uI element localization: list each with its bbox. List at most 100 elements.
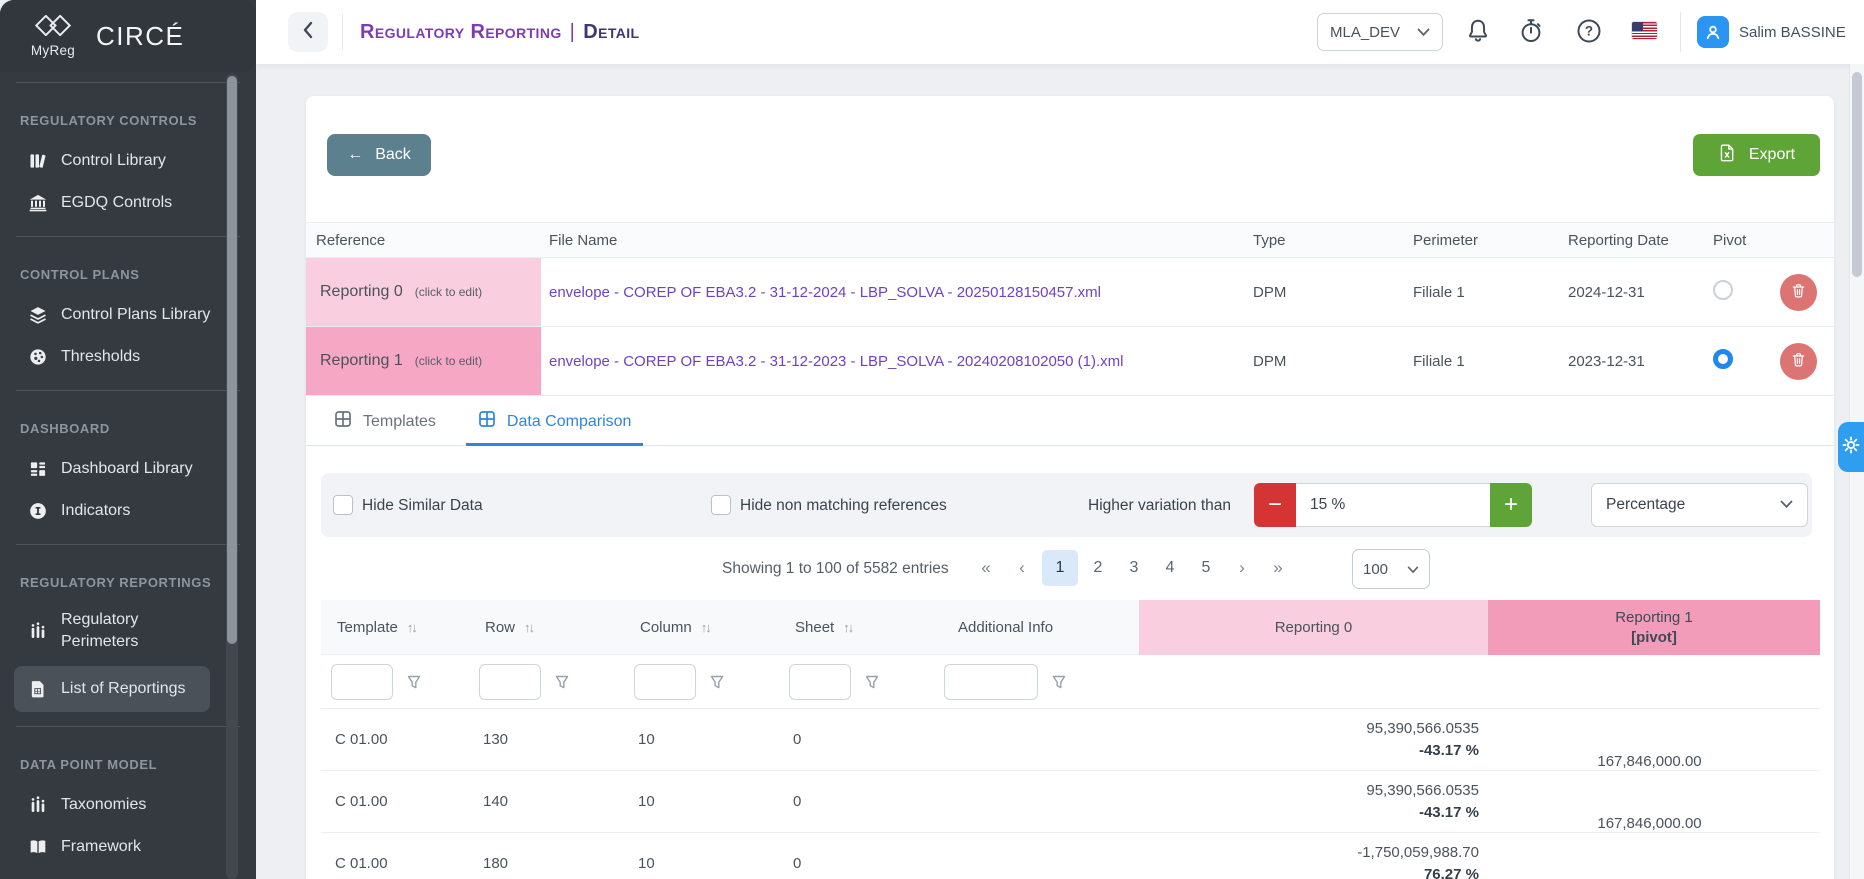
sidebar-item-egdq-controls[interactable]: EGDQ Controls xyxy=(0,184,222,222)
sidebar-item-thresholds[interactable]: Thresholds xyxy=(0,338,222,376)
sidebar-item-control-library[interactable]: Control Library xyxy=(0,142,222,180)
file-name-link[interactable]: envelope - COREP OF EBA3.2 - 31-12-2023 … xyxy=(549,353,1124,370)
export-button[interactable]: Export xyxy=(1693,134,1820,176)
sidebar-item-dashboard-library[interactable]: Dashboard Library xyxy=(0,450,222,488)
sidebar-item-control-plans-library[interactable]: Control Plans Library xyxy=(0,296,222,334)
file-name-link[interactable]: envelope - COREP OF EBA3.2 - 31-12-2024 … xyxy=(549,284,1101,301)
data-table-header: Template ↑↓ Row ↑↓ Column ↑↓ Sheet ↑↓ Ad… xyxy=(321,600,1820,655)
page-title-separator: | xyxy=(569,20,576,43)
sheet-filter-input[interactable] xyxy=(789,663,851,700)
page-scrollbar-thumb[interactable] xyxy=(1852,72,1862,277)
reporting0-value: 95,390,566.0535 xyxy=(1366,719,1479,737)
sidebar-item-list-of-reportings[interactable]: List of Reportings xyxy=(14,666,210,712)
sidebar-item-taxonomies[interactable]: Taxonomies xyxy=(0,786,222,824)
sidebar-item-label: Dashboard Library xyxy=(61,460,193,477)
prev-page-button[interactable]: ‹ xyxy=(1006,550,1038,586)
reference-cell[interactable]: Reporting 1 (click to edit) xyxy=(306,327,541,395)
sidebar-section-regulatory-reportings: REGULATORY REPORTINGS xyxy=(20,575,212,590)
chevron-down-icon xyxy=(1417,24,1430,41)
variation-mode-select[interactable]: Percentage xyxy=(1591,483,1808,527)
back-button[interactable]: ← Back xyxy=(327,134,431,176)
back-button-label: Back xyxy=(375,146,411,163)
app-logo[interactable]: MyReg CIRCÉ xyxy=(0,0,256,72)
page-size-select[interactable]: 100 xyxy=(1352,549,1430,589)
next-page-button[interactable]: › xyxy=(1226,550,1258,586)
column-cell: 10 xyxy=(638,855,655,872)
delete-reporting-button[interactable] xyxy=(1780,342,1817,380)
sidebar: MyReg CIRCÉ REGULATORY CONTROLS Control … xyxy=(0,0,256,879)
main-content: ← Back Export Reference File Name Type P… xyxy=(256,64,1864,879)
first-page-button[interactable]: « xyxy=(970,550,1002,586)
page-title-main: Regulatory Reporting xyxy=(360,20,562,43)
reference-cell[interactable]: Reporting 0 (click to edit) xyxy=(306,258,541,326)
row-filter-input[interactable] xyxy=(479,663,541,700)
settings-gear-button[interactable] xyxy=(1838,422,1864,472)
funnel-icon[interactable] xyxy=(554,674,570,690)
sort-icon[interactable]: ↑↓ xyxy=(701,620,712,635)
help-icon[interactable]: ? xyxy=(1575,17,1603,45)
page-button-2[interactable]: 2 xyxy=(1082,550,1114,586)
user-avatar[interactable] xyxy=(1697,16,1729,48)
template-filter-input[interactable] xyxy=(331,663,393,700)
detail-card: ← Back Export Reference File Name Type P… xyxy=(306,96,1834,879)
sidebar-item-label: Framework xyxy=(61,838,142,855)
data-row-3[interactable]: C 01.00 180 10 0 -1,750,059,988.70 76.27… xyxy=(321,833,1820,879)
variation-value-input[interactable] xyxy=(1296,483,1490,527)
pivot-radio-selected[interactable] xyxy=(1713,349,1733,369)
sheet-cell: 0 xyxy=(793,855,802,872)
user-name[interactable]: Salim BASSINE xyxy=(1739,0,1846,64)
sidebar-item-indicators[interactable]: Indicators xyxy=(0,492,222,530)
additional-info-cell xyxy=(934,771,1139,832)
col-header-template: Template xyxy=(337,618,398,636)
tab-data-comparison[interactable]: Data Comparison xyxy=(465,400,644,446)
additional-info-filter-input[interactable] xyxy=(944,663,1038,700)
page-button-3[interactable]: 3 xyxy=(1118,550,1150,586)
sidebar-scrollbar-thumb[interactable] xyxy=(227,76,237,644)
hide-non-matching-checkbox[interactable] xyxy=(711,495,731,515)
gear-icon xyxy=(1841,435,1861,460)
sidebar-section-data-point-model: DATA POINT MODEL xyxy=(20,757,158,772)
sidebar-scrollbar[interactable] xyxy=(226,74,238,879)
brand-name: CIRCÉ xyxy=(96,20,185,51)
edit-hint: (click to edit) xyxy=(414,354,483,368)
column-cell: 10 xyxy=(638,793,655,810)
sidebar-item-framework[interactable]: Framework xyxy=(0,828,222,866)
funnel-icon[interactable] xyxy=(406,674,422,690)
page-title-detail: Detail xyxy=(583,20,640,43)
sidebar-divider xyxy=(16,726,240,727)
sidebar-section-control-plans: CONTROL PLANS xyxy=(20,267,140,282)
page-button-1[interactable]: 1 xyxy=(1042,550,1078,586)
data-row-2[interactable]: C 01.00 140 10 0 95,390,566.0535 -43.17 … xyxy=(321,771,1820,833)
reporting0-variation: -43.17 % xyxy=(1418,741,1479,759)
sort-icon[interactable]: ↑↓ xyxy=(524,620,535,635)
column-filter-input[interactable] xyxy=(634,663,696,700)
page-button-4[interactable]: 4 xyxy=(1154,550,1186,586)
variation-increase-button[interactable]: + xyxy=(1490,483,1532,527)
reporting-row-0: Reporting 0 (click to edit) envelope - C… xyxy=(306,258,1834,327)
sort-icon[interactable]: ↑↓ xyxy=(407,620,418,635)
grid-icon xyxy=(28,459,48,479)
sidebar-item-label: Taxonomies xyxy=(61,796,147,813)
sort-icon[interactable]: ↑↓ xyxy=(843,620,854,635)
tab-templates[interactable]: Templates xyxy=(322,400,448,446)
funnel-icon[interactable] xyxy=(864,674,880,690)
delete-reporting-button[interactable] xyxy=(1780,273,1817,311)
svg-text:?: ? xyxy=(1585,24,1593,39)
funnel-icon[interactable] xyxy=(1051,674,1067,690)
last-page-button[interactable]: » xyxy=(1262,550,1294,586)
data-row-1[interactable]: C 01.00 130 10 0 95,390,566.0535 -43.17 … xyxy=(321,709,1820,771)
bank-icon xyxy=(28,193,48,213)
additional-info-cell xyxy=(934,833,1139,879)
reference-label: Reporting 0 xyxy=(320,283,403,300)
pivot-radio[interactable] xyxy=(1713,280,1733,300)
environment-select[interactable]: MLA_DEV xyxy=(1317,13,1443,51)
page-button-5[interactable]: 5 xyxy=(1190,550,1222,586)
header-back-button[interactable] xyxy=(288,12,328,52)
stopwatch-icon[interactable] xyxy=(1517,17,1545,45)
notifications-bell-icon[interactable] xyxy=(1464,17,1492,45)
funnel-icon[interactable] xyxy=(709,674,725,690)
language-flag-us-icon[interactable] xyxy=(1632,22,1657,39)
hide-similar-checkbox[interactable] xyxy=(333,495,353,515)
variation-decrease-button[interactable]: − xyxy=(1254,483,1296,527)
sidebar-item-regulatory-perimeters[interactable]: Regulatory Perimeters xyxy=(0,604,222,658)
